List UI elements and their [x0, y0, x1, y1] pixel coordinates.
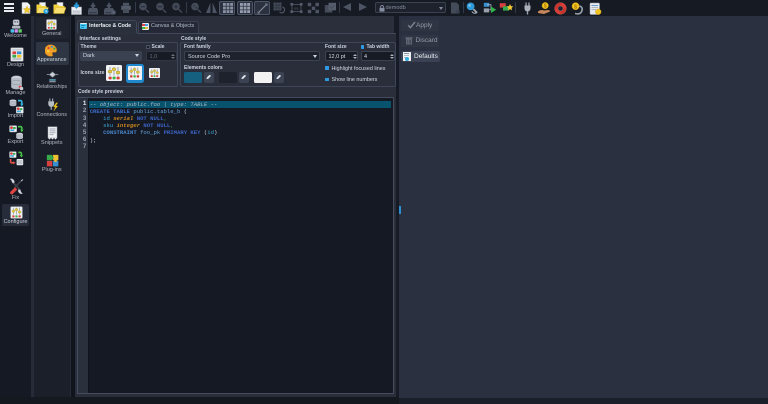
svg-text:oa: oa: [294, 6, 299, 11]
svg-text:$: $: [574, 4, 577, 10]
svg-text:$: $: [543, 3, 546, 9]
